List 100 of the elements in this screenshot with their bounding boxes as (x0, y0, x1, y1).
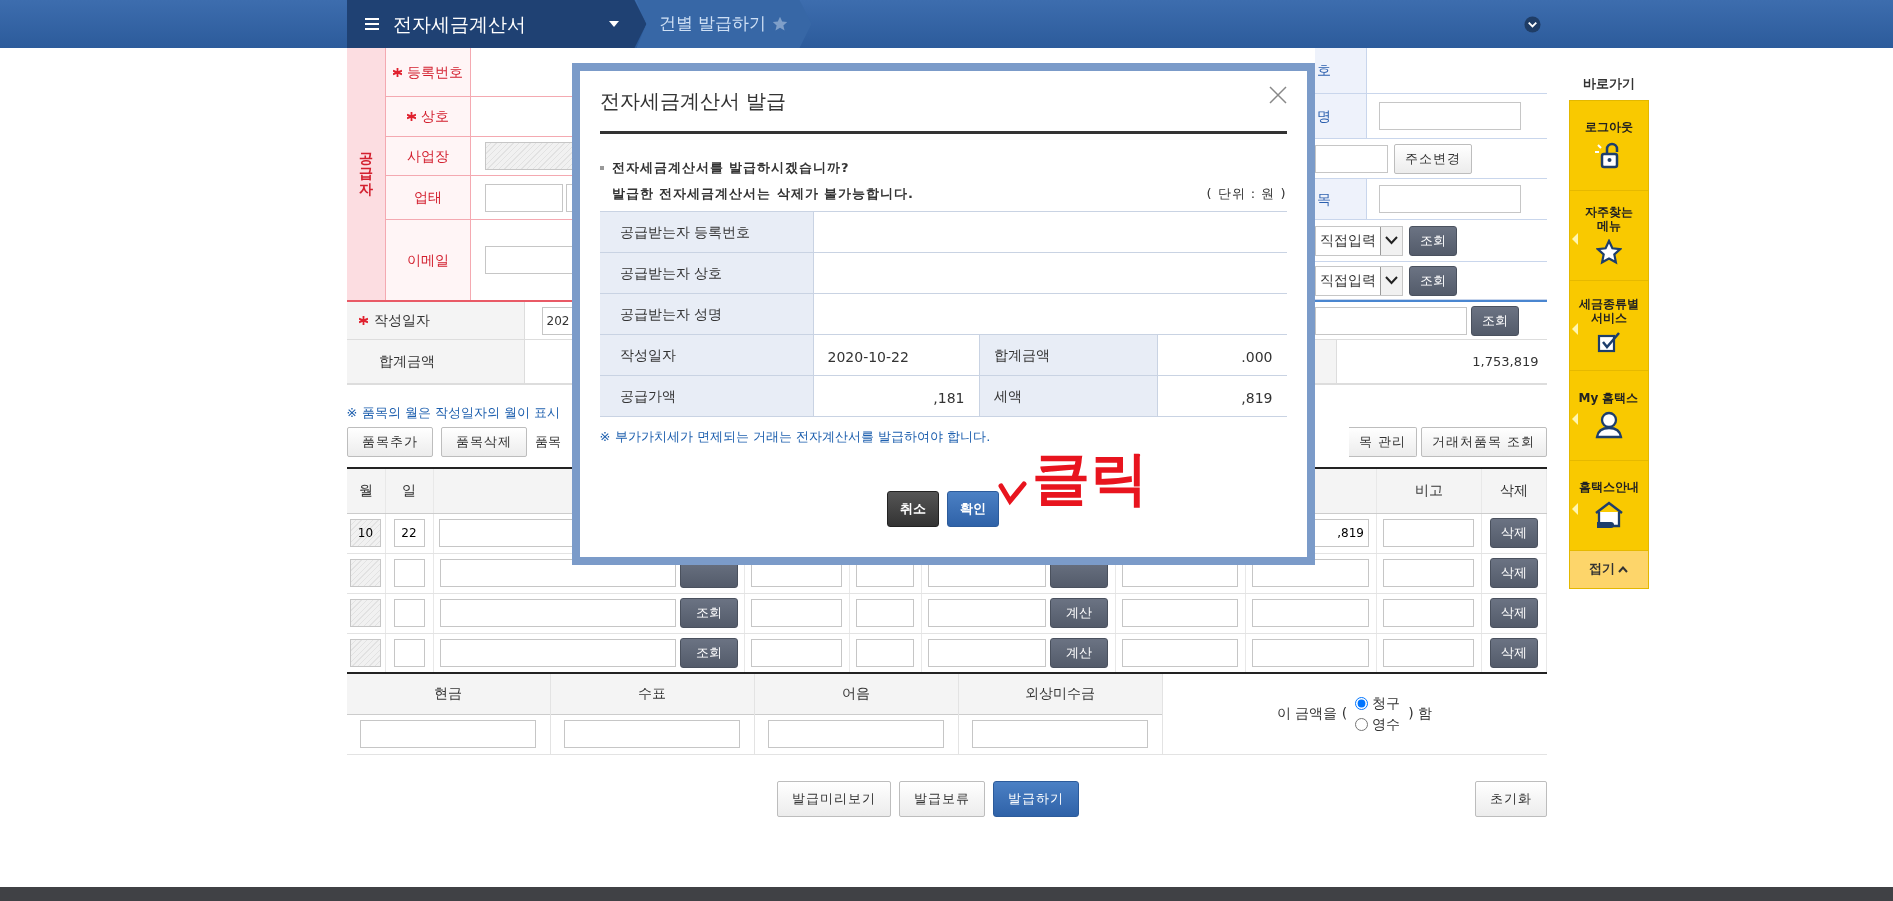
text-field[interactable] (751, 638, 842, 667)
lookup-button[interactable]: 조회 (1408, 225, 1457, 256)
submenu-arrow-icon[interactable] (1571, 412, 1578, 425)
lookup-button[interactable]: 조회 (679, 637, 738, 668)
month-field[interactable]: 10 (350, 519, 381, 547)
select-field[interactable]: 직접입력 (1314, 225, 1403, 256)
note-text: ※ 품목의 월은 작성일자의 월이 표시 (346, 404, 562, 422)
date-field[interactable]: 202 (541, 306, 572, 335)
text-field[interactable] (1378, 185, 1521, 213)
collapse-label[interactable]: 접기 (1589, 559, 1615, 579)
close-icon[interactable] (1268, 86, 1287, 104)
expand-icon[interactable] (1523, 15, 1541, 33)
text-field[interactable] (928, 638, 1046, 667)
item-button[interactable]: 목 관리 (1349, 426, 1418, 457)
field-label: 세액 (979, 376, 1158, 416)
field-label: 상호 (420, 107, 449, 126)
dialog-button[interactable]: 확인 (947, 490, 999, 527)
amount-field[interactable] (564, 720, 740, 748)
text-field[interactable] (1383, 599, 1474, 627)
quick-menu-item[interactable]: 홈택스안내 (1576, 479, 1641, 495)
text-field[interactable] (1122, 638, 1238, 667)
text-field[interactable] (1383, 559, 1474, 587)
month-field[interactable] (350, 638, 381, 667)
text-field[interactable] (751, 599, 842, 627)
amount-field[interactable] (360, 720, 536, 748)
quick-menu-item[interactable]: 자주찾는 메뉴 (1576, 204, 1641, 234)
submenu-arrow-icon[interactable] (1571, 502, 1578, 515)
text-field[interactable] (1383, 519, 1474, 547)
tax-field[interactable] (1252, 599, 1369, 627)
dialog-button[interactable]: 취소 (887, 490, 939, 527)
address-change-button[interactable]: 주소변경 (1393, 143, 1472, 174)
dropdown-caret-icon[interactable] (608, 21, 619, 27)
amount-field[interactable] (972, 720, 1148, 748)
field-label: 이메일 (406, 250, 449, 270)
item-name-field[interactable] (439, 559, 676, 587)
quick-menu-item[interactable]: 로그아웃 (1576, 119, 1641, 135)
menu-icon[interactable] (364, 18, 379, 30)
submenu-arrow-icon[interactable] (1571, 232, 1578, 245)
caret-icon (1384, 236, 1398, 245)
field-label: 등록번호 (406, 62, 463, 82)
lookup-button[interactable]: 조회 (1470, 305, 1519, 336)
submenu-arrow-icon[interactable] (1571, 322, 1578, 335)
issue-button[interactable]: 발급보류 (898, 780, 985, 817)
text-field[interactable] (856, 638, 914, 667)
item-name-field[interactable] (439, 599, 676, 627)
section-label: 공급자 (358, 150, 373, 198)
bullet-icon (599, 165, 604, 170)
text-field[interactable] (1122, 599, 1238, 627)
select-field[interactable]: 직접입력 (1314, 265, 1403, 296)
star-icon[interactable] (1595, 239, 1622, 266)
amount-field[interactable] (768, 720, 944, 748)
radio-button[interactable] (1355, 696, 1369, 710)
radio-button[interactable] (1355, 717, 1369, 731)
caret-icon (1384, 276, 1398, 285)
delete-button[interactable]: 삭제 (1489, 598, 1538, 628)
calculate-button[interactable]: 계산 (1050, 598, 1108, 628)
text-field[interactable] (1383, 638, 1474, 667)
month-field[interactable] (350, 599, 381, 627)
item-button[interactable]: 품목삭제 (440, 426, 527, 457)
text-field[interactable] (1314, 306, 1467, 335)
text-field[interactable] (1378, 102, 1521, 130)
text-field[interactable] (1314, 144, 1388, 173)
delete-button[interactable]: 삭제 (1489, 518, 1538, 548)
issue-button[interactable]: 발급미리보기 (776, 780, 891, 817)
field-label: 업태 (413, 188, 442, 207)
quick-menu-item[interactable]: 세금종류별 서비스 (1576, 296, 1641, 326)
dialog-note: ※ 부가가치세가 면제되는 거래는 전자계산서를 발급하여야 합니다. (599, 428, 992, 446)
delete-button[interactable]: 삭제 (1489, 637, 1538, 668)
tax-field[interactable] (1252, 638, 1369, 667)
caret-icon[interactable] (1618, 565, 1628, 573)
item-button[interactable]: 품목추가 (346, 426, 433, 457)
delete-button[interactable]: 삭제 (1489, 558, 1538, 588)
text-field[interactable] (484, 142, 572, 170)
lookup-button[interactable]: 조회 (1408, 265, 1457, 296)
day-field[interactable] (393, 559, 425, 587)
checkbox-icon[interactable] (1596, 331, 1621, 354)
reset-button[interactable]: 초기화 (1474, 780, 1547, 817)
day-field[interactable] (393, 638, 425, 667)
month-field[interactable] (350, 559, 381, 587)
item-name-field[interactable] (439, 638, 676, 667)
warning-text: 발급한 전자세금계산서는 삭제가 불가능합니다. (611, 184, 915, 203)
calculate-button[interactable]: 계산 (1050, 637, 1108, 668)
day-field[interactable] (393, 599, 425, 627)
day-field[interactable]: 22 (393, 519, 425, 547)
issue-button[interactable]: 발급하기 (992, 780, 1079, 817)
column-header: 수표 (638, 684, 666, 703)
text-field[interactable] (928, 599, 1046, 627)
text-field[interactable] (484, 183, 563, 212)
radio-label[interactable]: 영수 (1372, 713, 1401, 735)
text-field[interactable] (856, 599, 914, 627)
lookup-button[interactable]: 조회 (679, 598, 738, 628)
radio-label[interactable]: 청구 (1372, 692, 1401, 714)
item-label: 품목 (534, 432, 561, 451)
person-icon[interactable] (1593, 411, 1624, 440)
quick-menu-item[interactable]: My 홈택스 (1576, 390, 1641, 406)
field-value: ,181 (813, 376, 980, 416)
star-icon[interactable] (771, 16, 788, 32)
annotation-text: 클릭 (1031, 448, 1148, 507)
item-button[interactable]: 거래처품목 조회 (1421, 426, 1547, 457)
text-field[interactable] (484, 246, 572, 274)
